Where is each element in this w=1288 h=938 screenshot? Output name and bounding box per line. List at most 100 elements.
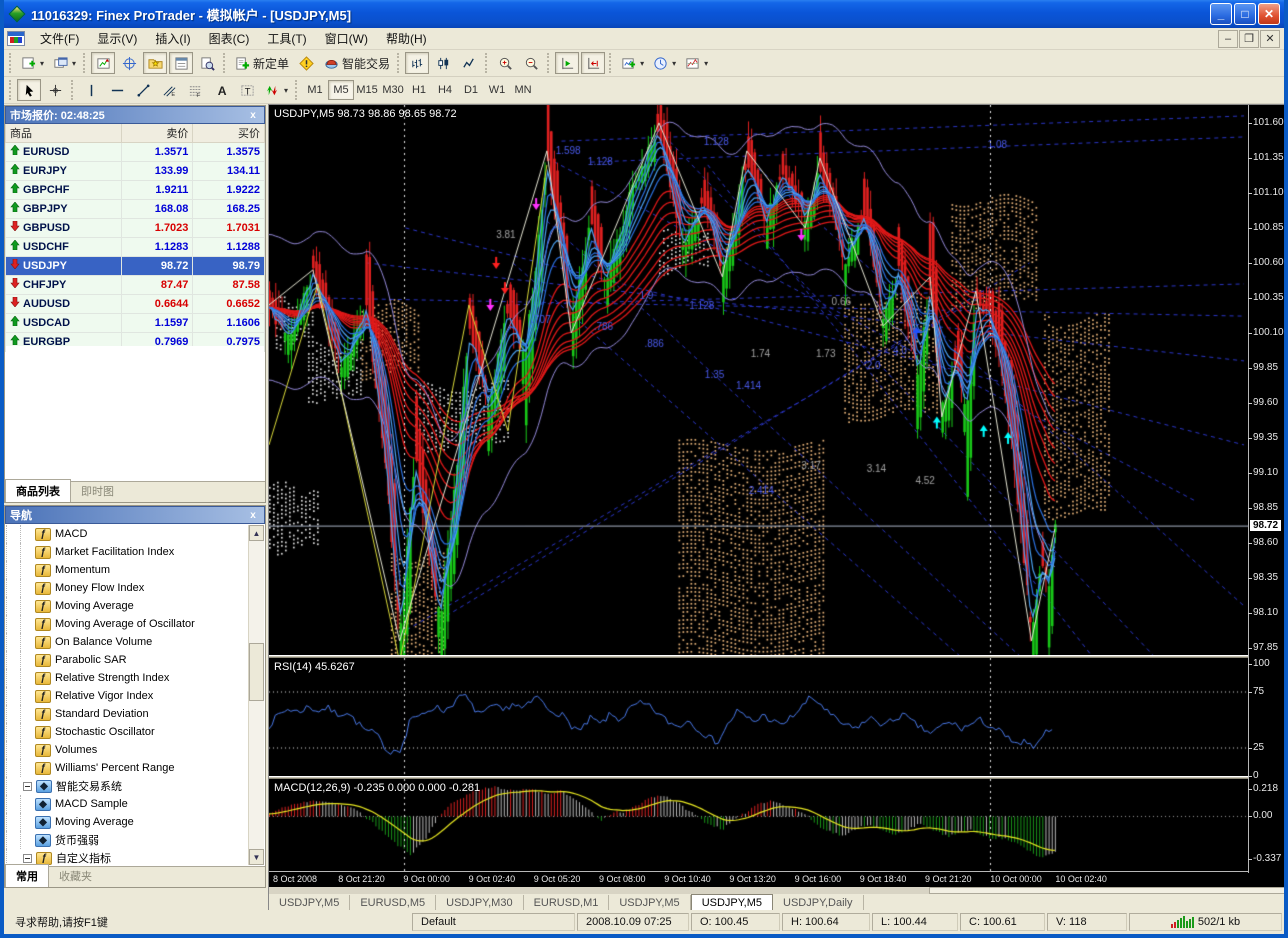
navigator-scrollbar[interactable]: ▲ ▼ [248,525,264,865]
market-watch-row-eurjpy[interactable]: EURJPY133.99134.11 [6,161,265,180]
cursor-button[interactable] [17,79,41,101]
mdi-minimize-icon[interactable]: – [1218,30,1238,48]
periods-button[interactable]: ▾ [649,52,679,74]
market-watch-row-eurusd[interactable]: EURUSD1.35711.3575 [6,142,265,161]
hline-button[interactable] [105,79,129,101]
market-watch-row-usdjpy[interactable]: USDJPY98.7298.79 [6,256,265,275]
profiles-button[interactable]: ▾ [49,52,79,74]
navigator-item[interactable]: ƒMomentum [6,561,248,579]
market-watch-column-header[interactable]: 买价 [193,124,265,142]
scrollbar-thumb[interactable] [249,643,264,701]
navigator-item[interactable]: ƒ自定义指标 [6,849,248,865]
zoom-in-button[interactable] [493,52,517,74]
menu-item[interactable]: 文件(F) [31,29,88,49]
market-watch-row-gbpchf[interactable]: GBPCHF1.92111.9222 [6,180,265,199]
history-center-button[interactable] [195,52,219,74]
expert-advisor-button[interactable]: 智能交易 [320,52,393,74]
market-watch-row-chfjpy[interactable]: CHFJPY87.4787.58 [6,275,265,294]
crosshair-button[interactable] [43,79,67,101]
text-label-button[interactable]: T [235,79,259,101]
timeframe-d1-button[interactable]: D1 [458,80,484,100]
rsi-canvas[interactable] [269,658,1248,776]
scroll-down-icon[interactable]: ▼ [249,849,264,865]
menu-item[interactable]: 工具(T) [258,29,315,49]
market-watch-row-gbpusd[interactable]: GBPUSD1.70231.7031 [6,218,265,237]
navigator-item[interactable]: ƒMarket Facilitation Index [6,543,248,561]
navigator-item[interactable]: ƒMACD [6,525,248,543]
market-watch-row-gbpjpy[interactable]: GBPJPY168.08168.25 [6,199,265,218]
terminal-button[interactable] [169,52,193,74]
market-watch-column-header[interactable]: 商品 [6,124,122,142]
templates-button[interactable]: ▾ [681,52,711,74]
market-watch-tab[interactable]: 商品列表 [5,479,71,502]
collapse-icon[interactable] [23,854,32,863]
toolbar-grip[interactable] [9,80,13,100]
bar-chart-button[interactable] [405,52,429,74]
vline-button[interactable] [79,79,103,101]
chart-tab[interactable]: USDJPY,M30 [436,895,523,910]
mdi-restore-icon[interactable]: ❐ [1239,30,1259,48]
navigator-item[interactable]: ƒMoving Average [6,597,248,615]
indicators-button[interactable]: ▾ [617,52,647,74]
candle-chart-button[interactable] [431,52,455,74]
navigator-item[interactable]: ƒMoney Flow Index [6,579,248,597]
menu-item[interactable]: 帮助(H) [377,29,436,49]
maximize-button[interactable]: □ [1234,3,1256,25]
scroll-up-icon[interactable]: ▲ [249,525,264,541]
navigator-item[interactable]: ƒStandard Deviation [6,705,248,723]
menu-item[interactable]: 窗口(W) [316,29,377,49]
timeframe-h4-button[interactable]: H4 [432,80,458,100]
navigator-item[interactable]: ◆货币强弱 [6,831,248,849]
mdi-close-icon[interactable]: ✕ [1260,30,1280,48]
market-watch-row-usdchf[interactable]: USDCHF1.12831.1288 [6,237,265,256]
close-button[interactable]: ✕ [1258,3,1280,25]
chart-tab[interactable]: USDJPY,Daily [773,895,864,910]
main-chart-canvas[interactable] [269,105,1248,655]
zoom-out-button[interactable] [519,52,543,74]
chart-tab[interactable]: USDJPY,M5 [691,894,773,910]
data-window-button[interactable] [117,52,141,74]
navigator-tab[interactable]: 常用 [5,864,49,887]
navigator-item[interactable]: ◆MACD Sample [6,795,248,813]
chart-tab[interactable]: EURUSD,M1 [524,895,610,910]
navigator-item[interactable]: ƒStochastic Oscillator [6,723,248,741]
new-order-button[interactable]: 新定单 [231,52,292,74]
alert-button[interactable] [294,52,318,74]
navigator-close-icon[interactable]: x [246,510,260,521]
trendline-button[interactable] [131,79,155,101]
hscrollbar-thumb[interactable] [929,887,1285,894]
collapse-icon[interactable] [23,782,32,791]
navigator-item[interactable]: ◆Moving Average [6,813,248,831]
new-chart-button[interactable]: ▾ [17,52,47,74]
chart-tab[interactable]: USDJPY,M5 [609,895,690,910]
market-watch-button[interactable] [91,52,115,74]
market-watch-row-usdcad[interactable]: USDCAD1.15971.1606 [6,313,265,332]
market-watch-column-header[interactable]: 卖价 [121,124,193,142]
navigator-item[interactable]: ƒRelative Vigor Index [6,687,248,705]
timeframe-m30-button[interactable]: M30 [380,80,406,100]
minimize-button[interactable]: _ [1210,3,1232,25]
menu-item[interactable]: 显示(V) [88,29,146,49]
market-watch-close-icon[interactable]: x [246,110,260,121]
navigator-item[interactable]: ƒWilliams' Percent Range [6,759,248,777]
chart-tab[interactable]: EURUSD,M5 [350,895,436,910]
toolbar-grip[interactable] [9,53,13,73]
menu-item[interactable]: 插入(I) [146,29,199,49]
navigator-item[interactable]: ƒOn Balance Volume [6,633,248,651]
navigator-item[interactable]: ◆智能交易系统 [6,777,248,795]
navigator-button[interactable] [143,52,167,74]
chart-tab[interactable]: USDJPY,M5 [269,895,350,910]
menu-item[interactable]: 图表(C) [200,29,259,49]
navigator-tab[interactable]: 收藏夹 [49,865,102,887]
timeframe-h1-button[interactable]: H1 [406,80,432,100]
line-chart-button[interactable] [457,52,481,74]
chart-window-icon[interactable] [7,31,25,46]
timeframe-m5-button[interactable]: M5 [328,80,354,100]
navigator-item[interactable]: ƒMoving Average of Oscillator [6,615,248,633]
timeframe-m1-button[interactable]: M1 [302,80,328,100]
navigator-item[interactable]: ƒVolumes [6,741,248,759]
market-watch-tab[interactable]: 即时图 [71,480,124,502]
chart-shift-button[interactable] [581,52,605,74]
chart-hscrollbar[interactable] [269,887,1287,894]
channel-button[interactable]: E [157,79,181,101]
